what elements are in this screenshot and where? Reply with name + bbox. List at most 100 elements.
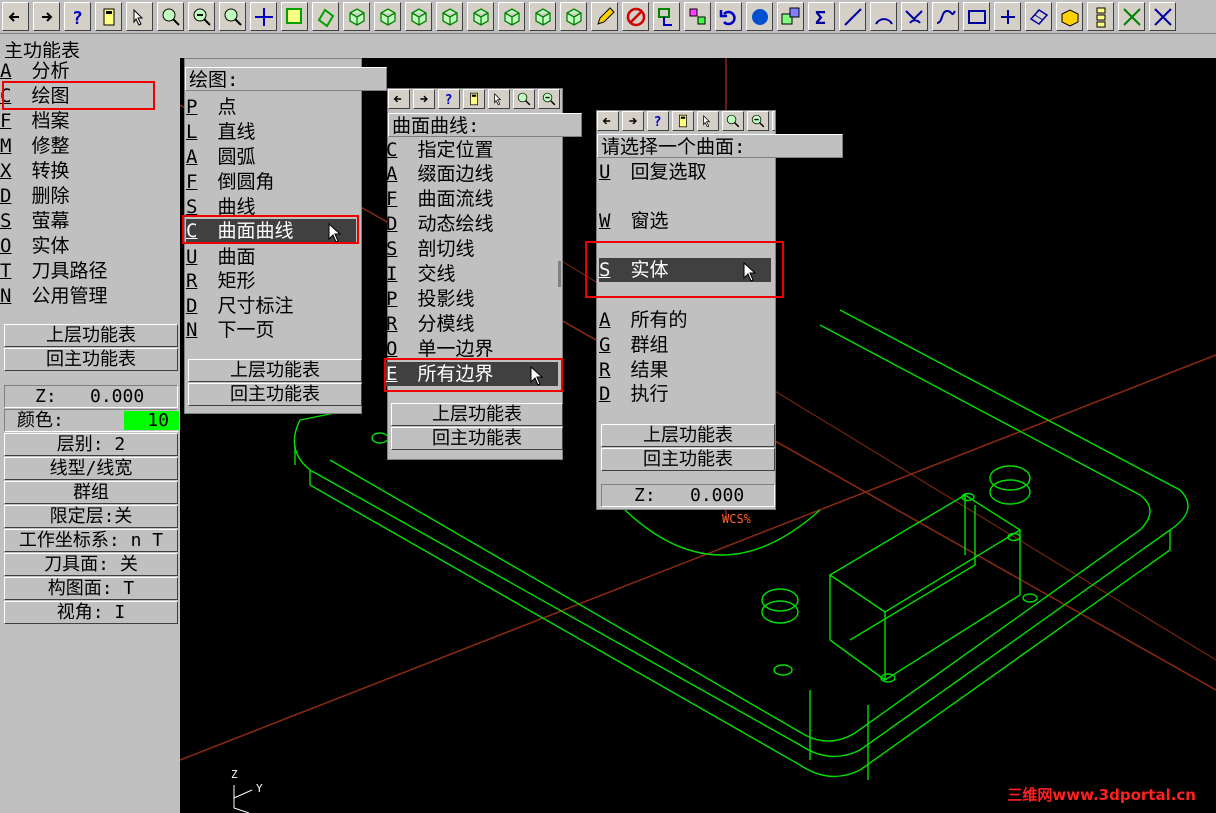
toolbar-button-38[interactable] [1149, 2, 1176, 31]
toolbar-button-24[interactable] [715, 2, 742, 31]
mini-toolbar-button[interactable]: ? [647, 111, 669, 131]
toolbar-button-32[interactable] [963, 2, 990, 31]
main-menu-item[interactable]: X 转换 [0, 159, 69, 183]
mini-toolbar-button[interactable]: ? [438, 89, 460, 109]
tool-plane-button[interactable]: 刀具面: 关 [4, 553, 178, 576]
surface-curve-menu-item[interactable]: A 缀面边线 [386, 162, 493, 186]
cplane-button[interactable]: 构图面: T [4, 577, 178, 600]
draw-menu-item[interactable]: U 曲面 [186, 245, 255, 269]
draw-menu-item[interactable]: A 圆弧 [186, 145, 255, 169]
surface-curve-menu-item[interactable]: I 交线 [386, 262, 455, 286]
main-up-button[interactable]: 上层功能表 [4, 324, 178, 347]
mini-toolbar-button[interactable] [597, 111, 619, 131]
toolbar-button-7[interactable] [188, 2, 215, 31]
toolbar-button-34[interactable] [1025, 2, 1052, 31]
mini-toolbar-button[interactable] [463, 89, 485, 109]
view-button[interactable]: 视角: I [4, 601, 178, 624]
color-field[interactable]: 颜色: 10 [4, 409, 179, 432]
mini-toolbar-button[interactable] [747, 111, 769, 131]
toolbar-button-19[interactable] [560, 2, 587, 31]
toolbar-button-31[interactable] [932, 2, 959, 31]
toolbar-button-29[interactable] [870, 2, 897, 31]
toolbar-button-37[interactable] [1118, 2, 1145, 31]
toolbar-button-13[interactable] [374, 2, 401, 31]
toolbar-button-23[interactable] [684, 2, 711, 31]
toolbar-button-18[interactable] [529, 2, 556, 31]
wcs-button[interactable]: 工作坐标系: n T [4, 529, 178, 552]
surface-curve-menu-item[interactable]: P 投影线 [386, 287, 474, 311]
surface-curve-menu-item[interactable]: C 指定位置 [386, 138, 493, 162]
toolbar-button-36[interactable] [1087, 2, 1114, 31]
main-menu-item[interactable]: O 实体 [0, 234, 69, 258]
toolbar-button-14[interactable] [405, 2, 432, 31]
mini-toolbar-button[interactable] [772, 111, 775, 131]
toolbar-button-5[interactable] [126, 2, 153, 31]
z-depth-field[interactable]: Z: 0.000 [4, 385, 178, 408]
draw-menu-item[interactable]: R 矩形 [186, 269, 255, 293]
linetype-button[interactable]: 线型/线宽 [4, 457, 178, 480]
main-menu-item[interactable]: T 刀具路径 [0, 259, 107, 283]
mini-toolbar-button[interactable] [538, 89, 560, 109]
surface-curve-menu-item[interactable]: S 剖切线 [386, 237, 474, 261]
toolbar-button-28[interactable] [839, 2, 866, 31]
toolbar-button-17[interactable] [498, 2, 525, 31]
select-z-field[interactable]: Z: 0.000 [601, 484, 775, 507]
toolbar-button-2[interactable] [33, 2, 60, 31]
select-menu-item[interactable]: D 执行 [599, 382, 668, 406]
surface-curve-menu-item[interactable]: F 曲面流线 [386, 187, 493, 211]
toolbar-button-26[interactable] [777, 2, 804, 31]
mini-toolbar-button[interactable] [672, 111, 694, 131]
main-menu-item[interactable]: S 萤幕 [0, 209, 69, 233]
main-menu-item[interactable]: A 分析 [0, 59, 69, 83]
draw-menu-item[interactable]: D 尺寸标注 [186, 294, 293, 318]
toolbar-button-12[interactable] [343, 2, 370, 31]
mask-button[interactable]: 限定层:关 [4, 505, 178, 528]
mini-toolbar-button[interactable] [622, 111, 644, 131]
select-menu-item[interactable]: R 结果 [599, 358, 668, 382]
toolbar-button-25[interactable] [746, 2, 773, 31]
mini-toolbar-button[interactable] [722, 111, 744, 131]
select-menu-item[interactable]: A 所有的 [599, 308, 687, 332]
surface-curve-menu-item[interactable]: D 动态绘线 [386, 212, 493, 236]
draw-up-button[interactable]: 上层功能表 [188, 359, 362, 382]
surface-home-button[interactable]: 回主功能表 [391, 427, 563, 450]
group-button[interactable]: 群组 [4, 481, 178, 504]
surface-up-button[interactable]: 上层功能表 [391, 403, 563, 426]
mini-toolbar-button[interactable] [513, 89, 535, 109]
toolbar-button-4[interactable] [95, 2, 122, 31]
select-menu-item[interactable]: G 群组 [599, 333, 668, 357]
scrollbar-thumb[interactable] [558, 261, 561, 287]
draw-home-button[interactable]: 回主功能表 [188, 383, 362, 406]
select-home-button[interactable]: 回主功能表 [601, 448, 775, 471]
toolbar-button-27[interactable]: Σ [808, 2, 835, 31]
draw-menu-item[interactable]: F 倒圆角 [186, 170, 274, 194]
toolbar-button-8[interactable] [219, 2, 246, 31]
draw-menu-item[interactable]: N 下一页 [186, 318, 274, 342]
toolbar-button-21[interactable] [622, 2, 649, 31]
toolbar-button-9[interactable] [250, 2, 277, 31]
select-menu-item[interactable]: W 窗选 [599, 209, 668, 233]
main-home-button[interactable]: 回主功能表 [4, 348, 178, 371]
mini-toolbar-button[interactable] [388, 89, 410, 109]
main-menu-item[interactable]: F 档案 [0, 109, 69, 133]
toolbar-button-10[interactable] [281, 2, 308, 31]
main-menu-item[interactable]: D 删除 [0, 184, 69, 208]
toolbar-button-30[interactable] [901, 2, 928, 31]
main-menu-item[interactable]: N 公用管理 [0, 284, 107, 308]
toolbar-button-22[interactable] [653, 2, 680, 31]
toolbar-button-20[interactable] [591, 2, 618, 31]
level-button[interactable]: 层别: 2 [4, 433, 178, 456]
toolbar-button-35[interactable] [1056, 2, 1083, 31]
toolbar-button-16[interactable] [467, 2, 494, 31]
toolbar-button-11[interactable] [312, 2, 339, 31]
mini-toolbar-button[interactable] [488, 89, 510, 109]
select-up-button[interactable]: 上层功能表 [601, 424, 775, 447]
main-menu-item[interactable]: M 修整 [0, 134, 69, 158]
toolbar-button-15[interactable] [436, 2, 463, 31]
surface-curve-menu-item[interactable]: R 分模线 [386, 312, 474, 336]
mini-toolbar-button[interactable] [697, 111, 719, 131]
toolbar-button-1[interactable] [2, 2, 29, 31]
toolbar-button-3[interactable]: ? [64, 2, 91, 31]
toolbar-button-33[interactable] [994, 2, 1021, 31]
select-menu-item[interactable]: U 回复选取 [599, 160, 706, 184]
